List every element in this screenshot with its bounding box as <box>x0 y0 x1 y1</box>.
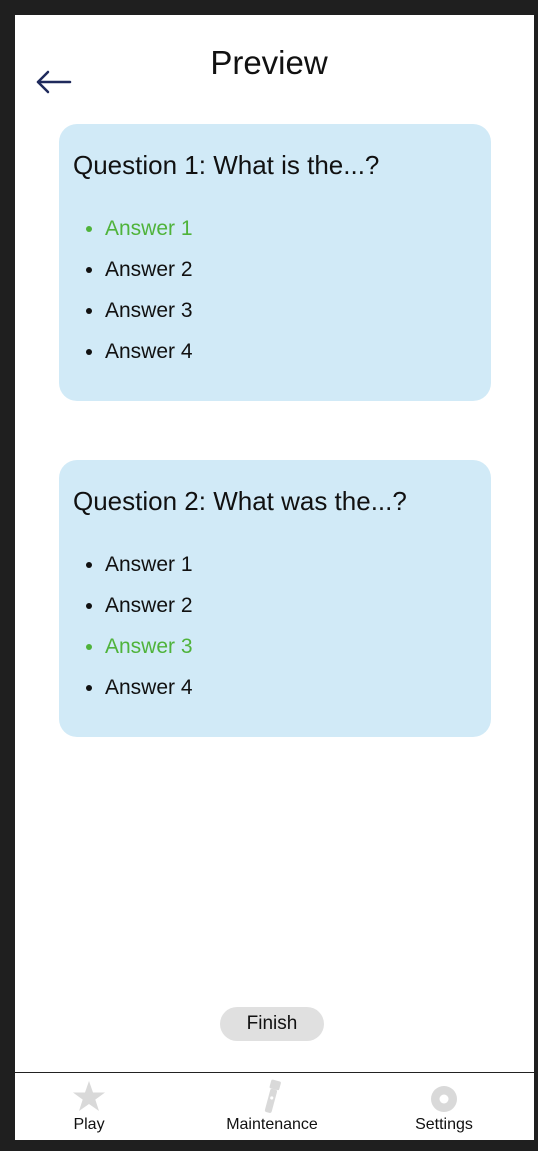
bullet-icon <box>86 349 92 355</box>
answer-option[interactable]: Answer 3 <box>73 292 193 333</box>
flashlight-icon <box>264 1079 281 1113</box>
answer-option[interactable]: Answer 2 <box>73 251 193 292</box>
nav-label: Maintenance <box>226 1116 318 1133</box>
bullet-icon <box>86 685 92 691</box>
bullet-icon <box>86 308 92 314</box>
answer-list: Answer 1 Answer 2 Answer 3 Answer 4 <box>73 210 193 374</box>
answer-label: Answer 3 <box>105 635 193 658</box>
question-text: Question 2: What was the...? <box>73 486 407 516</box>
answer-label: Answer 1 <box>105 553 193 576</box>
question-text: Question 1: What is the...? <box>73 150 380 180</box>
bullet-icon <box>86 562 92 568</box>
answer-label: Answer 1 <box>105 217 193 240</box>
answer-option[interactable]: Answer 4 <box>73 333 193 374</box>
star-icon <box>73 1081 105 1111</box>
nav-label: Play <box>73 1116 105 1133</box>
question-card-2: Question 2: What was the...? Answer 1 An… <box>59 460 491 737</box>
answer-option-correct[interactable]: Answer 1 <box>73 210 193 251</box>
answer-label: Answer 3 <box>105 299 193 322</box>
bullet-icon <box>86 603 92 609</box>
page-title: Preview <box>210 44 328 81</box>
answer-option[interactable]: Answer 1 <box>73 546 193 587</box>
answer-label: Answer 2 <box>105 258 193 281</box>
gear-icon <box>431 1086 457 1112</box>
answer-label: Answer 2 <box>105 594 193 617</box>
bottom-nav-bar: Play Maintenance Settings <box>15 1072 534 1140</box>
nav-item-settings[interactable]: Settings <box>374 1073 514 1140</box>
answer-label: Answer 4 <box>105 340 193 363</box>
nav-label: Settings <box>415 1116 473 1133</box>
answer-label: Answer 4 <box>105 676 193 699</box>
app-screen: Preview Question 1: What is the...? Answ… <box>15 15 534 1140</box>
bullet-icon <box>86 267 92 273</box>
nav-item-maintenance[interactable]: Maintenance <box>202 1073 342 1140</box>
finish-button[interactable]: Finish <box>220 1007 324 1041</box>
answer-option-correct[interactable]: Answer 3 <box>73 628 193 669</box>
answer-option[interactable]: Answer 4 <box>73 669 193 710</box>
answer-option[interactable]: Answer 2 <box>73 587 193 628</box>
question-card-1: Question 1: What is the...? Answer 1 Ans… <box>59 124 491 401</box>
bullet-icon <box>86 226 92 232</box>
answer-list: Answer 1 Answer 2 Answer 3 Answer 4 <box>73 546 193 710</box>
nav-item-play[interactable]: Play <box>19 1073 159 1140</box>
bullet-icon <box>86 644 92 650</box>
